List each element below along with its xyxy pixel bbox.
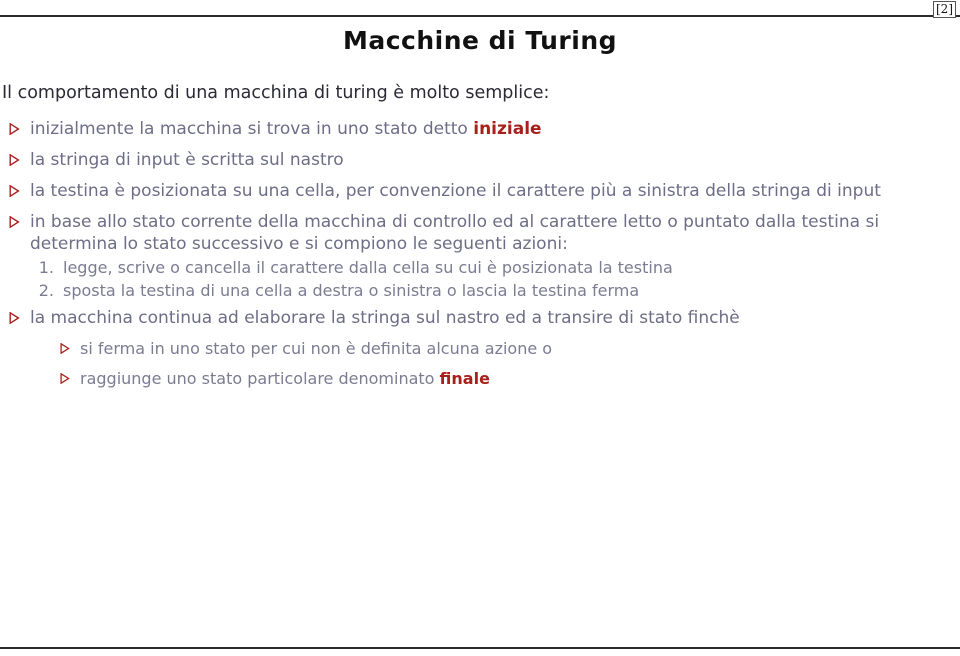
list-item: 2. sposta la testina di una cella a dest… xyxy=(30,280,960,301)
nested-list-wrapper: si ferma in uno stato per cui non è defi… xyxy=(52,338,960,389)
slide-body: Il comportamento di una macchina di turi… xyxy=(0,82,960,398)
enumerated-list: 1. legge, scrive o cancella il carattere… xyxy=(30,257,960,301)
list-item-text: inizialmente la macchina si trova in uno… xyxy=(30,119,474,139)
list-item-text: raggiunge uno stato particolare denomina… xyxy=(80,369,440,388)
enum-number: 2. xyxy=(38,281,54,300)
list-item: inizialmente la macchina si trova in uno… xyxy=(0,118,960,140)
emphasis-finale: finale xyxy=(439,369,490,388)
page-number-badge: [2] xyxy=(933,1,956,18)
slide: [2] Macchine di Turing Il comportamento … xyxy=(0,0,960,656)
list-item: la stringa di input è scritta sul nastro xyxy=(0,149,960,171)
list-item-text: si ferma in uno stato per cui non è defi… xyxy=(80,339,553,358)
list-item: in base allo stato corrente della macchi… xyxy=(0,211,960,301)
list-item-text: in base allo stato corrente della macchi… xyxy=(30,212,880,254)
list-item-text: la stringa di input è scritta sul nastro xyxy=(30,150,344,170)
list-item: raggiunge uno stato particolare denomina… xyxy=(52,368,960,389)
header-rule xyxy=(0,15,960,17)
list-item: 1. legge, scrive o cancella il carattere… xyxy=(30,257,960,278)
list-item-text: la testina è posizionata su una cella, p… xyxy=(30,181,881,201)
bullet-list: inizialmente la macchina si trova in uno… xyxy=(0,118,960,389)
list-item: la macchina continua ad elaborare la str… xyxy=(0,307,960,389)
list-item: si ferma in uno stato per cui non è defi… xyxy=(52,338,960,359)
sub-bullet-list: si ferma in uno stato per cui non è defi… xyxy=(52,338,960,389)
list-item-text: sposta la testina di una cella a destra … xyxy=(63,281,640,300)
list-item: la testina è posizionata su una cella, p… xyxy=(0,180,960,202)
intro-paragraph: Il comportamento di una macchina di turi… xyxy=(2,83,550,103)
enum-number: 1. xyxy=(38,258,54,277)
footer-rule xyxy=(0,647,960,649)
emphasis-iniziale: iniziale xyxy=(473,119,542,139)
list-item-text: legge, scrive o cancella il carattere da… xyxy=(63,258,673,277)
list-item-text: la macchina continua ad elaborare la str… xyxy=(30,308,740,328)
page-title: Macchine di Turing xyxy=(342,26,618,55)
